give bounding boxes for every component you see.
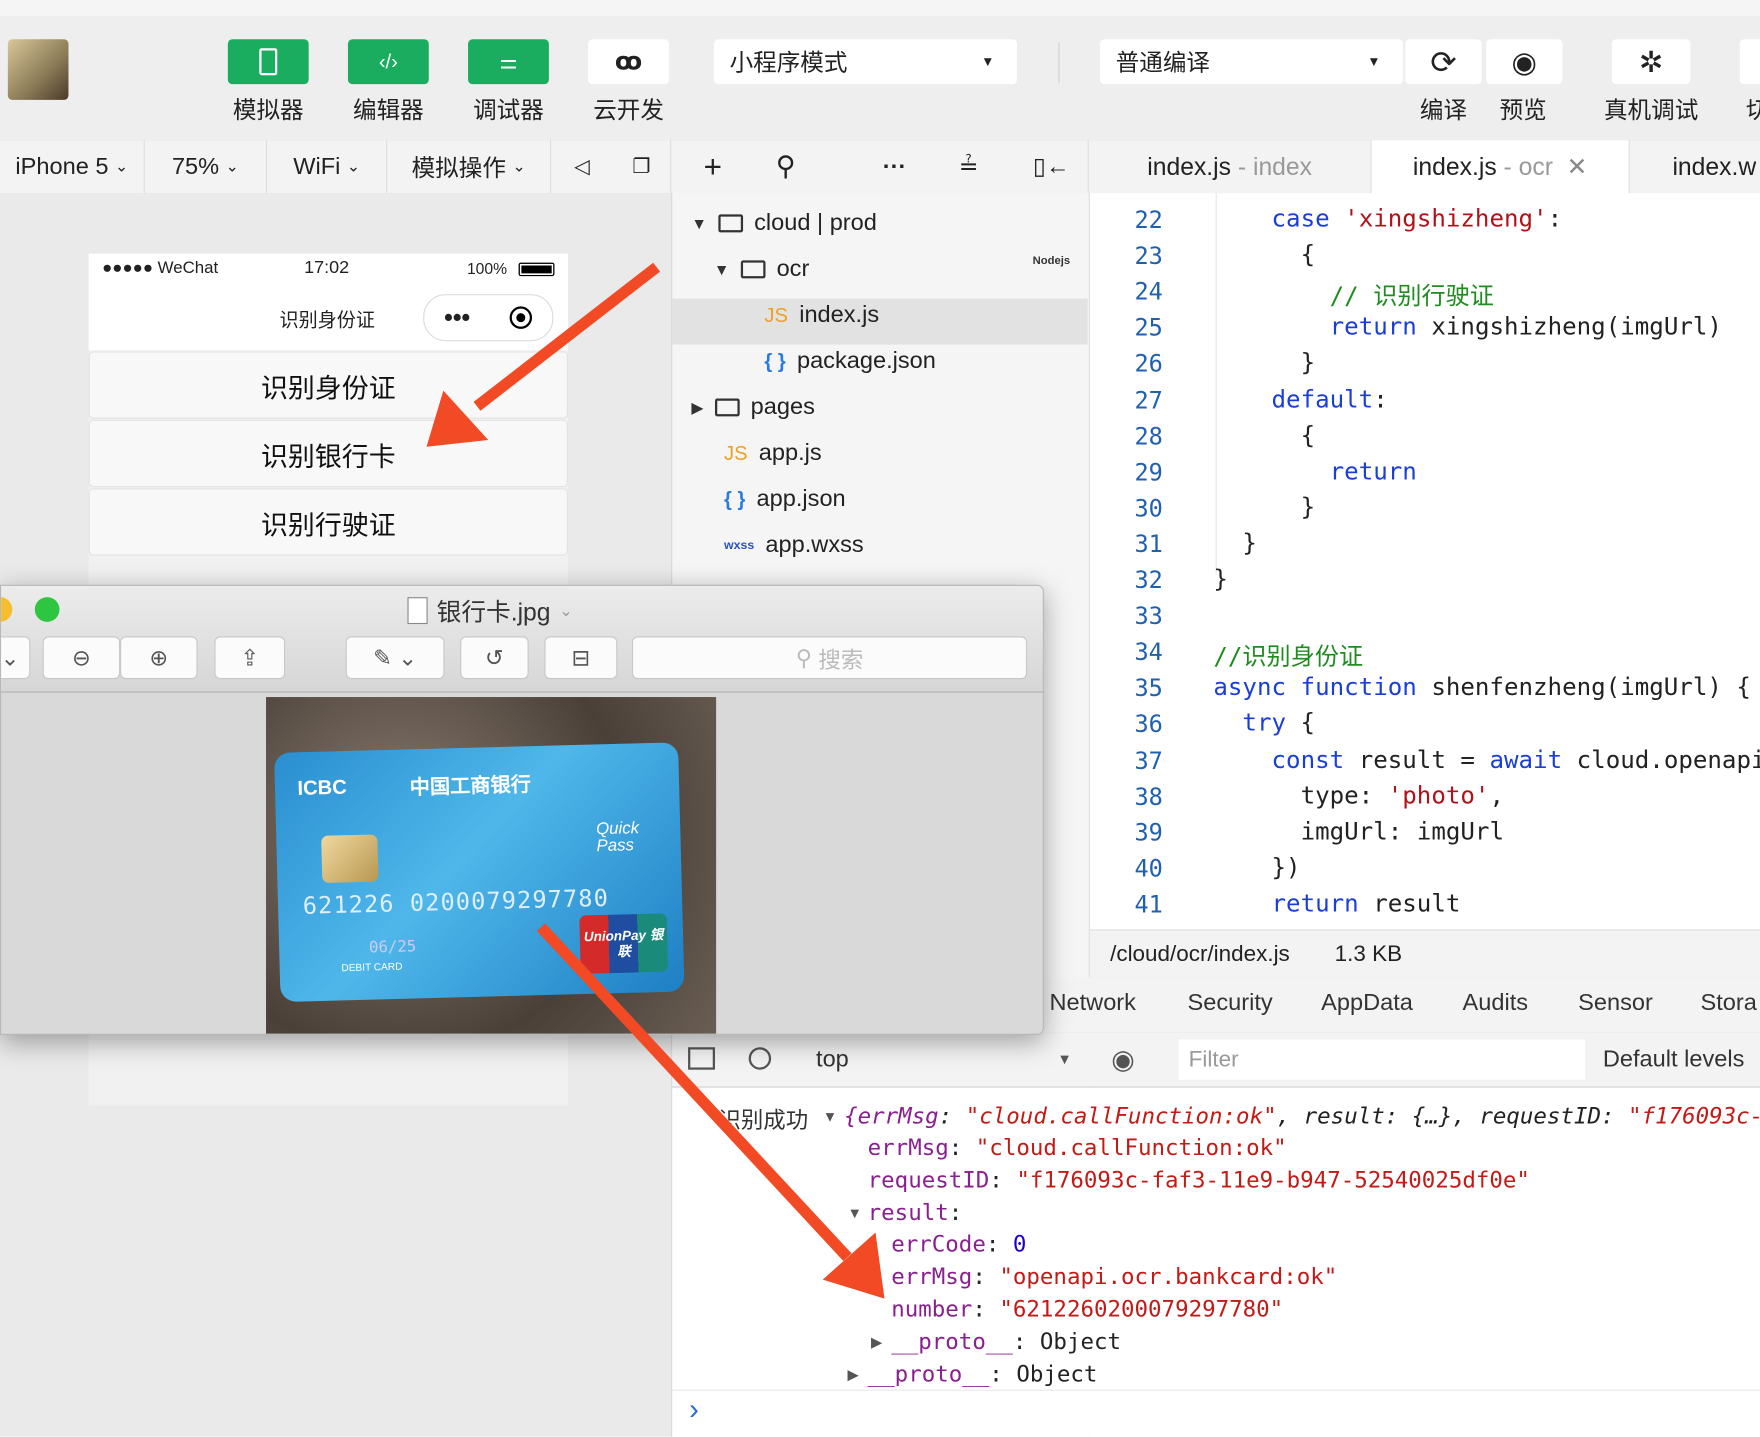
annotation-arrows: [426, 262, 885, 1299]
arrow-to-card-number: [536, 923, 885, 1299]
arrow-to-bankcard-button: [426, 262, 661, 447]
